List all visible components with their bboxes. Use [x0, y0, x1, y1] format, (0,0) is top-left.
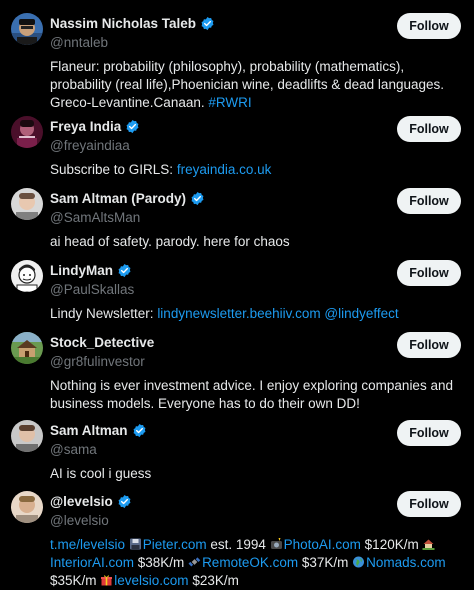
interiorai-link[interactable]: InteriorAI.com: [50, 555, 134, 570]
nomads-link[interactable]: Nomads.com: [366, 555, 446, 570]
follow-button[interactable]: Follow: [397, 332, 461, 358]
avatar[interactable]: [11, 13, 43, 45]
bio: Lindy Newsletter: lindynewsletter.beehii…: [50, 305, 468, 323]
photoai-link[interactable]: PhotoAI.com: [284, 537, 361, 552]
avatar[interactable]: [11, 260, 43, 292]
bio-text-interiorai-revenue: $38K/m: [134, 555, 189, 570]
bio-text: ai head of safety. parody. here for chao…: [50, 234, 290, 249]
bio: Subscribe to GIRLS: freyaindia.co.uk: [50, 161, 468, 179]
verified-badge-icon: [133, 423, 145, 437]
lindyman-avatar-image: [11, 260, 43, 292]
bio-text: Nothing is ever investment advice. I enj…: [50, 378, 453, 411]
bio-text-remoteok-revenue: $37K/m: [298, 555, 353, 570]
display-name[interactable]: Sam Altman (Parody): [50, 191, 186, 206]
satellite-icon: [188, 557, 201, 567]
display-name[interactable]: Sam Altman: [50, 423, 128, 438]
levelsio-avatar-image: [11, 491, 43, 523]
bio: AI is cool i guess: [50, 465, 468, 483]
verified-badge-icon: [201, 16, 214, 30]
bio-mention-link[interactable]: @lindyeffect: [324, 306, 398, 321]
levelsio-site-link[interactable]: levelsio.com: [114, 573, 188, 588]
freya-avatar-image: [11, 116, 43, 148]
bio-text-photoai-revenue: $120K/m: [360, 537, 423, 552]
gift-icon: [101, 575, 113, 586]
parody-avatar-image: [11, 188, 43, 220]
bio-hashtag-link[interactable]: #RWRI: [208, 95, 251, 110]
verified-badge-icon: [118, 263, 131, 277]
avatar[interactable]: [11, 332, 43, 364]
verified-badge-icon: [118, 494, 131, 508]
sama-avatar-image: [11, 420, 43, 452]
taleb-avatar-image: [11, 13, 43, 45]
globe-icon: [353, 556, 365, 568]
follow-button[interactable]: Follow: [397, 116, 461, 142]
bio-text-est: est. 1994: [206, 537, 270, 552]
who-to-follow-list: Nassim Nicholas Taleb @nntaleb Flaneur: …: [0, 0, 474, 588]
house-avatar-image: [11, 332, 43, 364]
follow-button[interactable]: Follow: [397, 420, 461, 446]
display-name[interactable]: Stock_Detective: [50, 335, 154, 350]
bio: Nothing is ever investment advice. I enj…: [50, 377, 468, 413]
follow-button[interactable]: Follow: [397, 260, 461, 286]
display-name[interactable]: Freya India: [50, 119, 121, 134]
verified-badge-icon: [191, 191, 204, 205]
bio-text: Lindy Newsletter:: [50, 306, 154, 321]
camera-flash-icon: [270, 538, 282, 549]
follow-button[interactable]: Follow: [397, 13, 461, 39]
avatar[interactable]: [11, 116, 43, 148]
follow-button[interactable]: Follow: [397, 491, 461, 517]
pieter-link[interactable]: Pieter.com: [143, 537, 207, 552]
bio-text-nomads-revenue: $35K/m: [50, 573, 101, 588]
bio-link[interactable]: freyaindia.co.uk: [177, 162, 272, 177]
avatar[interactable]: [11, 491, 43, 523]
bio-text: AI is cool i guess: [50, 466, 152, 481]
bio-link[interactable]: lindynewsletter.beehiiv.com: [157, 306, 320, 321]
house-garden-icon: [422, 539, 435, 550]
display-name[interactable]: Nassim Nicholas Taleb: [50, 16, 196, 31]
bio: Flaneur: probability (philosophy), proba…: [50, 58, 468, 112]
telegram-link[interactable]: t.me/levelsio: [50, 537, 125, 552]
display-name[interactable]: @levelsio: [50, 494, 113, 509]
remoteok-link[interactable]: RemoteOK.com: [202, 555, 298, 570]
bio-text-levelsio-revenue: $23K/m: [188, 573, 239, 588]
avatar[interactable]: [11, 188, 43, 220]
display-name[interactable]: LindyMan: [50, 263, 113, 278]
bio-text: Subscribe to GIRLS:: [50, 162, 174, 177]
bio: ai head of safety. parody. here for chao…: [50, 233, 468, 251]
avatar[interactable]: [11, 420, 43, 452]
floppy-disk-icon: [129, 538, 141, 550]
follow-button[interactable]: Follow: [397, 188, 461, 214]
verified-badge-icon: [126, 119, 139, 133]
